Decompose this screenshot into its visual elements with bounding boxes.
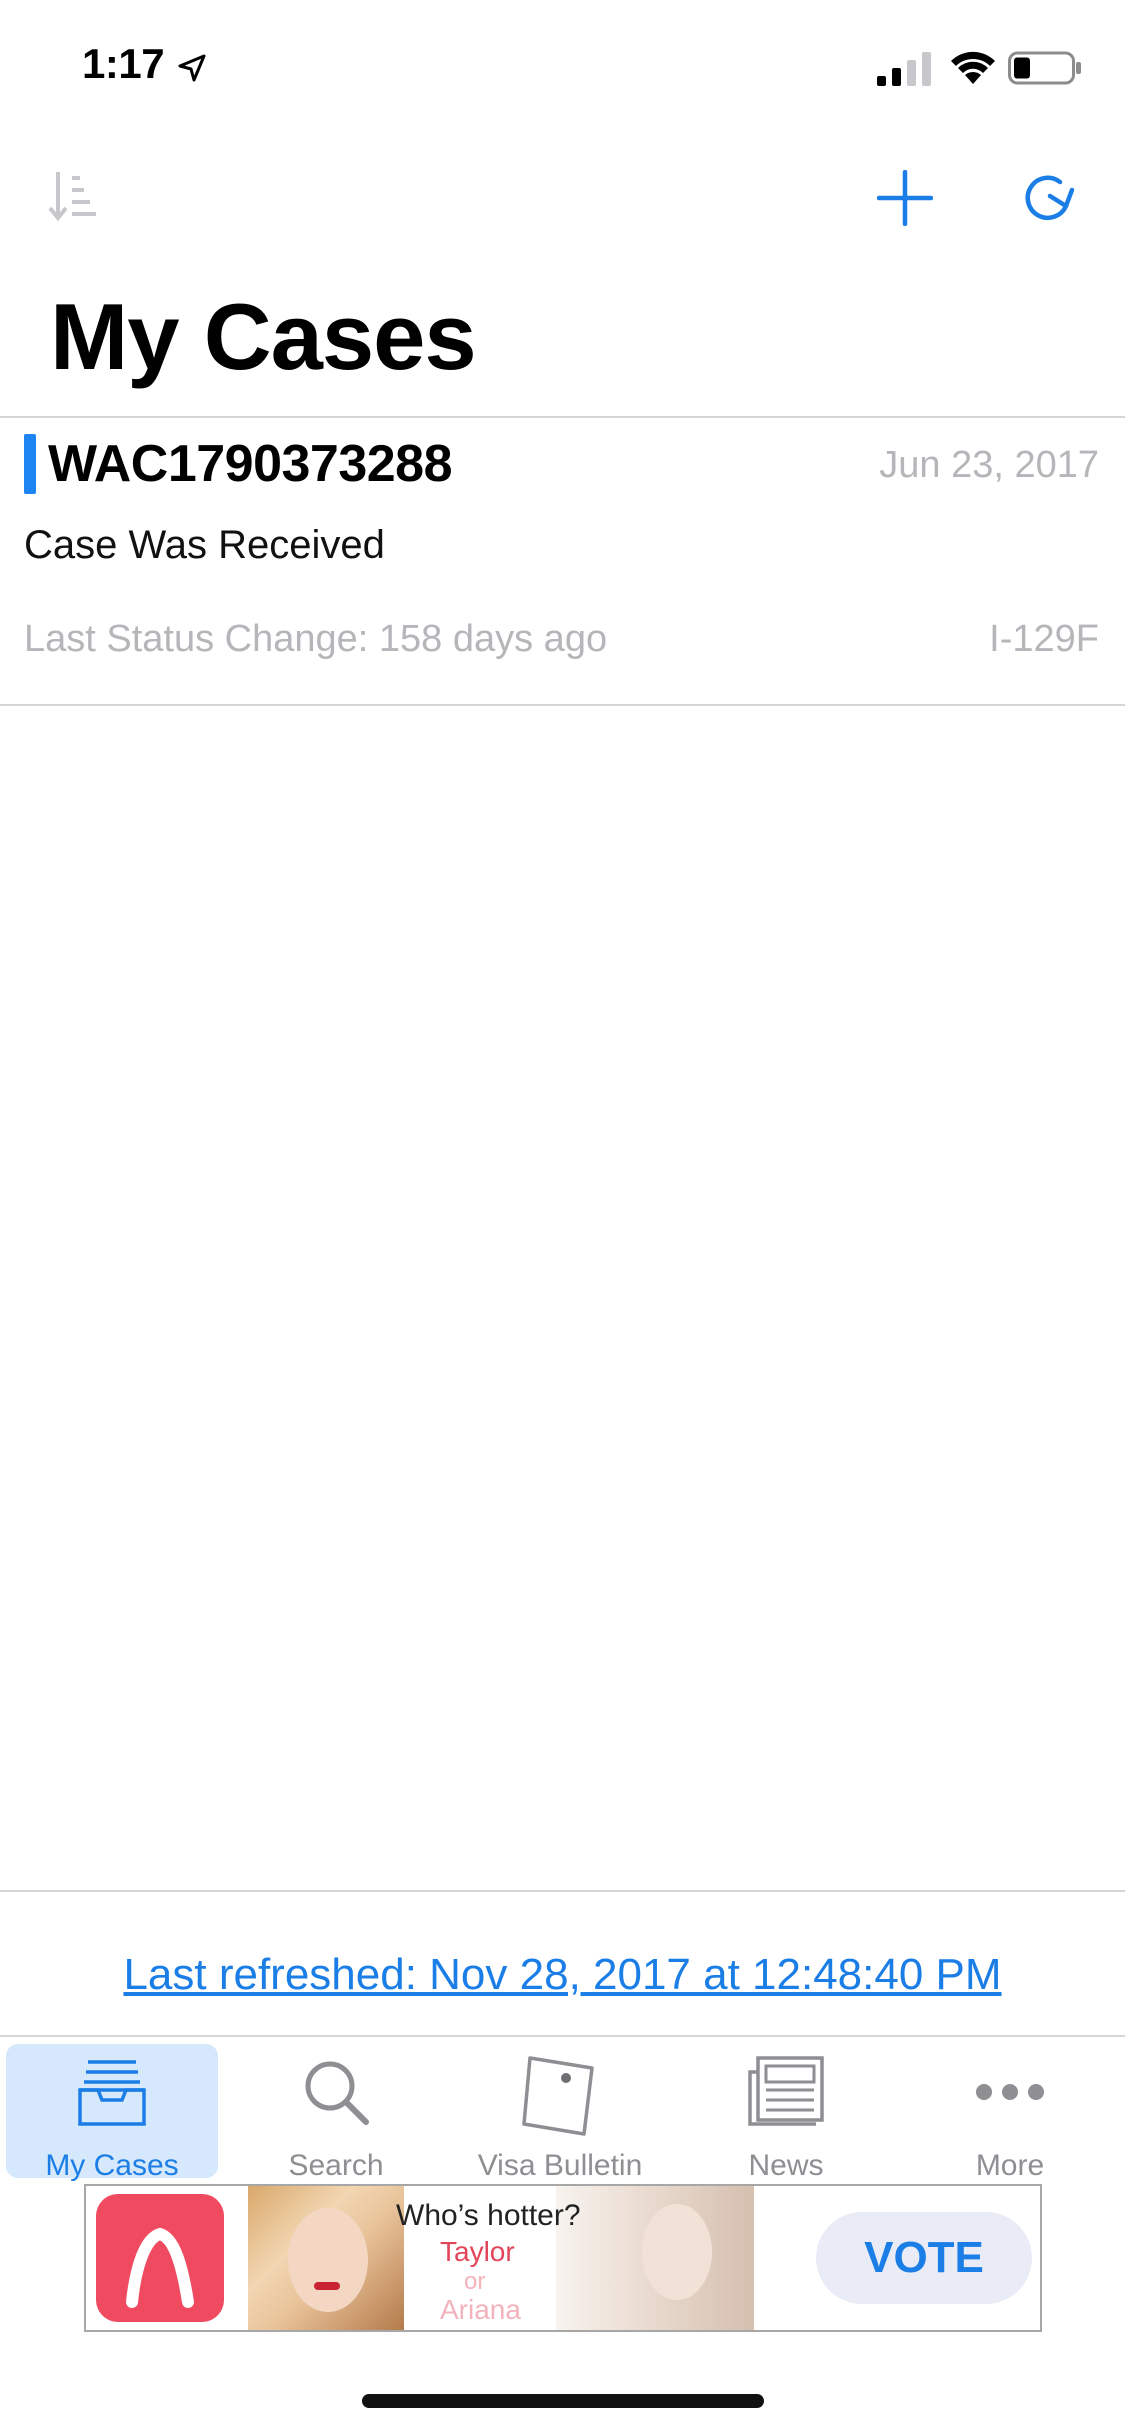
tab-label: More (975, 2149, 1045, 2182)
tab-visa-bulletin[interactable]: Visa Bulletin (454, 2044, 666, 2182)
status-time: 1:17 (82, 40, 165, 87)
wifi-icon (951, 51, 995, 84)
ad-photo-right (556, 2186, 754, 2330)
page-title: My Cases (50, 284, 477, 389)
tab-label: Visa Bulletin (477, 2149, 643, 2182)
ad-photo-left (248, 2186, 404, 2330)
tab-label: Search (288, 2149, 384, 2182)
search-icon (305, 2061, 369, 2125)
case-status-text: Case Was Received (24, 523, 385, 567)
ad-app-logo (96, 2194, 224, 2322)
case-last-change: Last Status Change: 158 days ago (24, 618, 608, 660)
ad-photo-face (288, 2208, 368, 2312)
more-dots-icon (976, 2084, 1044, 2100)
ad-or: or (464, 2268, 486, 2295)
ad-option-1: Taylor (440, 2236, 515, 2267)
case-form-type: I-129F (989, 618, 1099, 660)
app-logo-icon (126, 2227, 194, 2308)
tab-news[interactable]: News (680, 2044, 892, 2182)
newspaper-icon (748, 2056, 824, 2126)
refresh-icon[interactable] (1016, 168, 1080, 228)
tab-label: News (748, 2149, 824, 2182)
bulletin-note-icon (522, 2056, 594, 2136)
tab-search[interactable]: Search (230, 2044, 442, 2182)
case-receipt-number: WAC1790373288 (48, 435, 453, 493)
divider (0, 1890, 1125, 1892)
ad-photo-lips (314, 2282, 340, 2290)
vote-button[interactable]: VOTE (816, 2212, 1032, 2304)
add-case-button[interactable] (877, 170, 933, 226)
case-status-indicator (24, 434, 36, 494)
battery-icon (1008, 51, 1081, 85)
cellular-signal-icon (877, 52, 931, 86)
location-arrow-icon (178, 54, 206, 82)
home-indicator[interactable] (362, 2394, 764, 2408)
ad-option-2: Ariana (440, 2294, 521, 2325)
inbox-tray-icon (78, 2060, 146, 2126)
ad-photo-face (642, 2204, 712, 2300)
divider (0, 704, 1125, 706)
ad-question: Who’s hotter? (396, 2199, 581, 2232)
tab-bar-divider (0, 2035, 1125, 2037)
tab-label: My Cases (45, 2149, 179, 2182)
tab-my-cases[interactable]: My Cases (6, 2044, 218, 2182)
last-refreshed-link[interactable]: Last refreshed: Nov 28, 2017 at 12:48:40… (0, 1947, 1125, 2003)
case-date: Jun 23, 2017 (879, 444, 1099, 486)
sort-icon[interactable] (46, 168, 98, 224)
tab-more[interactable]: More (904, 2044, 1116, 2182)
ad-banner[interactable]: Who’s hotter? Taylor or Ariana VOTE (84, 2184, 1042, 2332)
